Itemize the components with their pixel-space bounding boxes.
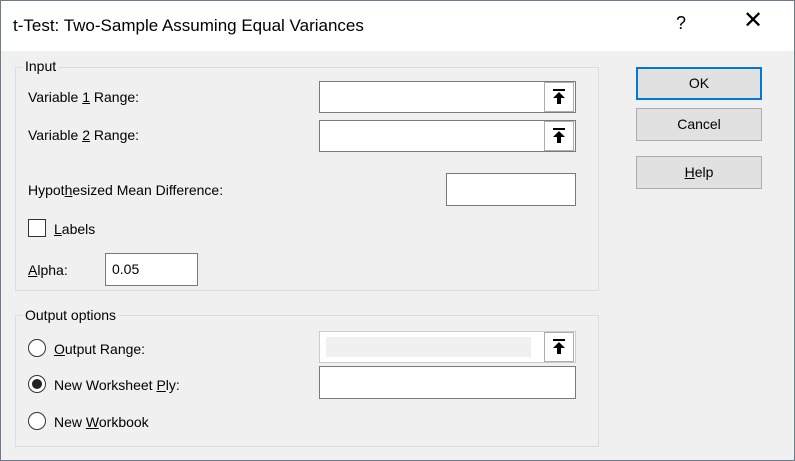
cancel-button[interactable]: Cancel [636, 108, 762, 141]
variable-2-range-input[interactable] [319, 120, 576, 152]
new-workbook-label[interactable]: New Workbook [54, 414, 149, 430]
new-worksheet-ply-label[interactable]: New Worksheet Ply: [54, 377, 180, 393]
output-options-label: Output options [23, 307, 119, 323]
variable-1-range-input[interactable] [319, 81, 576, 113]
alpha-input[interactable]: 0.05 [105, 253, 198, 286]
labels-checkbox-label[interactable]: Labels [54, 221, 95, 237]
upload-arrow-icon [553, 339, 565, 354]
output-range-input[interactable] [319, 331, 576, 363]
input-group-label: Input [23, 58, 59, 74]
alpha-label: Alpha: [28, 262, 68, 278]
hypothesized-mean-difference-label: Hypothesized Mean Difference: [28, 182, 224, 198]
t-test-dialog: t-Test: Two-Sample Assuming Equal Varian… [0, 0, 795, 461]
title-bar: t-Test: Two-Sample Assuming Equal Varian… [1, 1, 794, 51]
output-range-radio[interactable] [28, 339, 46, 357]
new-worksheet-ply-input[interactable] [319, 366, 576, 399]
help-button[interactable]: Help [636, 156, 762, 189]
output-range-ref-button[interactable] [544, 332, 574, 362]
dialog-title: t-Test: Two-Sample Assuming Equal Varian… [13, 16, 364, 35]
output-range-disabled-fill [326, 337, 531, 357]
new-workbook-radio[interactable] [28, 412, 46, 430]
new-worksheet-ply-radio[interactable] [28, 375, 46, 393]
variable-1-range-label: Variable 1 Range: [28, 89, 140, 105]
upload-arrow-icon [553, 128, 565, 143]
radio-selected-dot [32, 379, 42, 389]
variable-1-range-ref-button[interactable] [544, 82, 574, 112]
variable-2-range-ref-button[interactable] [544, 121, 574, 151]
labels-checkbox[interactable] [28, 219, 46, 237]
hypothesized-mean-difference-input[interactable] [446, 173, 576, 206]
ok-button[interactable]: OK [636, 67, 762, 100]
variable-2-range-label: Variable 2 Range: [28, 127, 140, 143]
close-icon[interactable]: ✕ [743, 9, 763, 33]
output-range-label[interactable]: Output Range: [54, 341, 145, 357]
upload-arrow-icon [553, 89, 565, 104]
help-question-icon[interactable]: ? [676, 13, 686, 34]
